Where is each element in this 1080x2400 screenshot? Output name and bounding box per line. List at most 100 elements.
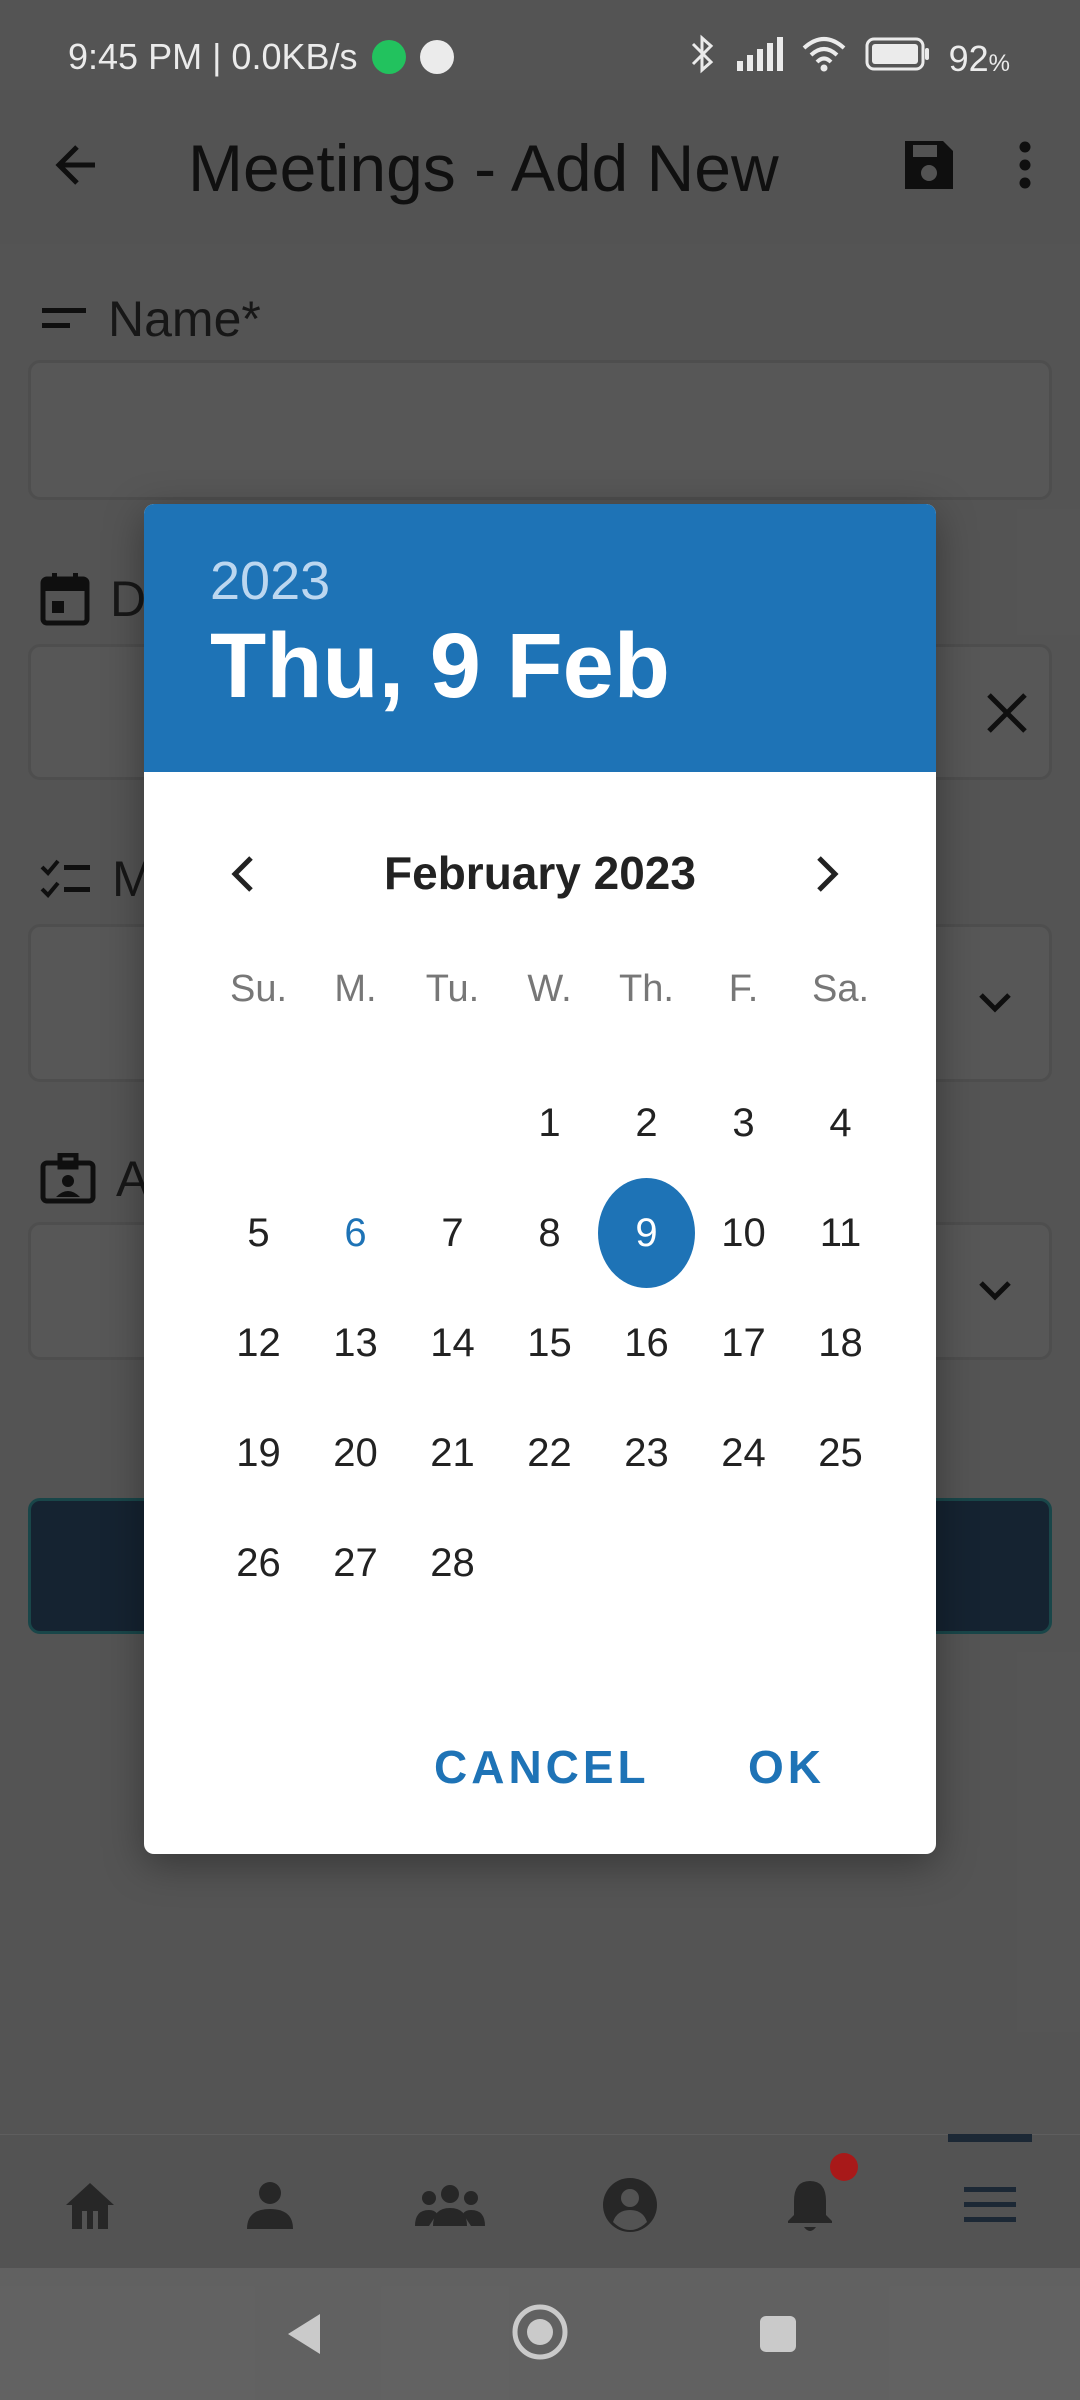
calendar-day[interactable]: 16: [598, 1288, 695, 1398]
calendar-day[interactable]: 2: [598, 1068, 695, 1178]
calendar-day[interactable]: 15: [501, 1288, 598, 1398]
calendar-day-number: 19: [236, 1430, 281, 1475]
calendar-day[interactable]: 26: [210, 1508, 307, 1618]
clear-icon[interactable]: [985, 691, 1029, 740]
name-label: Name*: [108, 291, 261, 347]
system-home-button[interactable]: [508, 2300, 572, 2364]
calendar-icon: [40, 573, 90, 626]
date-label: D: [110, 571, 147, 627]
calendar-day-number: [404, 1068, 501, 1178]
calendar-day-number: [792, 1508, 889, 1618]
assignee-field-label: A: [40, 1150, 149, 1208]
header-year[interactable]: 2023: [210, 550, 330, 612]
system-recents-button[interactable]: [748, 2304, 808, 2364]
cancel-button[interactable]: CANCEL: [434, 1740, 650, 1794]
nav-home[interactable]: [50, 2165, 130, 2245]
nav-groups[interactable]: [410, 2165, 490, 2245]
calendar-day-number: [501, 1508, 598, 1618]
calendar-day-number: 18: [818, 1320, 863, 1365]
home-icon: [66, 2183, 114, 2229]
calendar-day[interactable]: 12: [210, 1288, 307, 1398]
chevron-right-icon: [817, 856, 839, 892]
calendar-day-number: 11: [819, 1210, 862, 1255]
calendar-day[interactable]: 13: [307, 1288, 404, 1398]
system-back-button[interactable]: [274, 2304, 334, 2364]
system-nav-bar: [0, 2268, 1080, 2400]
calendar-day-number: 3: [732, 1100, 755, 1145]
calendar-day[interactable]: 4: [792, 1068, 889, 1178]
calendar-day[interactable]: 22: [501, 1398, 598, 1508]
back-button[interactable]: [38, 130, 108, 200]
save-button[interactable]: [894, 130, 964, 200]
date-field-label: D: [40, 570, 146, 628]
circle-home-icon: [512, 2304, 568, 2360]
calendar-day-grid: 1 2 3 4 5 6 7 8 9 10 11 12 13 14 15 16 17 18 19 20 21 22 23 24 2…: [210, 1068, 890, 1618]
calendar-day-number: 2: [635, 1100, 658, 1145]
calendar-day[interactable]: 1: [501, 1068, 598, 1178]
calendar-day-number: 27: [333, 1540, 378, 1585]
dialog-actions: CANCEL OK: [144, 1740, 936, 1820]
calendar-day-number: 8: [538, 1210, 561, 1255]
calendar-day-number: 4: [829, 1100, 852, 1145]
app-notification-icon: [419, 40, 454, 74]
status-bar: 9:45 PM | 0.0KB/s 92%: [0, 0, 1080, 90]
calendar-day[interactable]: 23: [598, 1398, 695, 1508]
header-selected-date[interactable]: Thu, 9 Feb: [210, 614, 670, 719]
calendar-day-number: [598, 1508, 695, 1618]
nav-menu[interactable]: [950, 2165, 1030, 2245]
calendar-day-number: 6: [344, 1210, 367, 1255]
status-time-speed: 9:45 PM | 0.0KB/s: [68, 36, 358, 77]
name-input[interactable]: [28, 360, 1052, 500]
weekday-label: Tu.: [425, 968, 480, 1010]
calendar-day-number: 5: [247, 1210, 270, 1255]
date-picker-header: 2023 Thu, 9 Feb: [144, 504, 936, 772]
calendar-day-number: [307, 1068, 404, 1178]
calendar-day-number: 24: [721, 1430, 766, 1475]
calendar-day[interactable]: 28: [404, 1508, 501, 1618]
calendar-day-number: 15: [527, 1320, 572, 1365]
checklist-icon: [40, 859, 90, 898]
calendar-day[interactable]: 8: [501, 1178, 598, 1288]
calendar-day[interactable]: 24: [695, 1398, 792, 1508]
calendar-day[interactable]: 25: [792, 1398, 889, 1508]
whatsapp-icon: [371, 40, 406, 74]
next-month-button[interactable]: [798, 844, 858, 904]
calendar-day-empty: [307, 1068, 404, 1178]
signal-icon: [735, 37, 783, 80]
calendar-day[interactable]: 27: [307, 1508, 404, 1618]
meeting-type-field-label: M: [40, 850, 154, 908]
calendar-day-number: 23: [624, 1430, 669, 1475]
short-text-icon: [42, 308, 86, 328]
calendar-day[interactable]: 21: [404, 1398, 501, 1508]
calendar-day[interactable]: 17: [695, 1288, 792, 1398]
group-icon: [415, 2185, 485, 2226]
calendar-day[interactable]: 19: [210, 1398, 307, 1508]
calendar-day[interactable]: 14: [404, 1288, 501, 1398]
calendar-day[interactable]: 6: [307, 1178, 404, 1288]
ok-button[interactable]: OK: [748, 1740, 825, 1794]
app-bar: Meetings - Add New: [0, 90, 1080, 244]
calendar-day[interactable]: 18: [792, 1288, 889, 1398]
calendar-day[interactable]: 3: [695, 1068, 792, 1178]
notification-dot: [830, 2153, 858, 2181]
calendar-day-empty: [598, 1508, 695, 1618]
calendar-day[interactable]: 10: [695, 1178, 792, 1288]
badge-icon: [40, 1153, 96, 1204]
calendar-day[interactable]: 20: [307, 1398, 404, 1508]
calendar-day[interactable]: 9: [598, 1178, 695, 1288]
wifi-icon: [801, 36, 847, 81]
nav-profile[interactable]: [230, 2165, 310, 2245]
nav-account[interactable]: [590, 2165, 670, 2245]
calendar-day-number: 20: [333, 1430, 378, 1475]
more-options-button[interactable]: [1000, 130, 1050, 200]
calendar-day[interactable]: 11: [792, 1178, 889, 1288]
nav-notifications[interactable]: [770, 2153, 858, 2245]
calendar-day-empty: [695, 1508, 792, 1618]
calendar-day-number: 13: [333, 1320, 378, 1365]
name-field-label: Name*: [40, 290, 261, 348]
calendar-day[interactable]: 7: [404, 1178, 501, 1288]
weekday-label: M.: [334, 968, 377, 1010]
calendar-day-number: [210, 1068, 307, 1178]
calendar-day[interactable]: 5: [210, 1178, 307, 1288]
weekday-label: W.: [527, 968, 572, 1010]
